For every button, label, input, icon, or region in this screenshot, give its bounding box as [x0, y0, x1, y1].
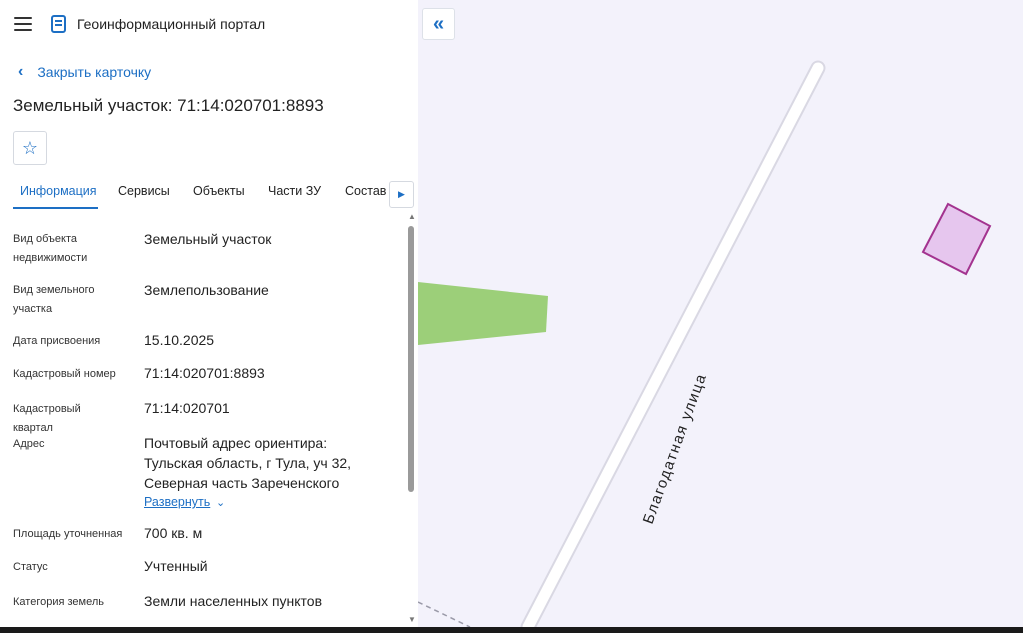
portal-logo-icon [51, 15, 66, 33]
double-chevron-left-icon: « [432, 13, 445, 35]
tab-services[interactable]: Сервисы [118, 184, 170, 198]
card-title: Земельный участок: 71:14:020701:8893 [13, 96, 324, 115]
active-tab-indicator [13, 207, 98, 209]
tab-objects[interactable]: Объекты [193, 184, 245, 198]
row-value-cadastral-quarter: 71:14:020701 [144, 400, 230, 416]
row-value-status: Учтенный [144, 558, 208, 574]
expand-address-link[interactable]: Развернуть [144, 495, 210, 509]
row-value-cadastral-number: 71:14:020701:8893 [144, 365, 265, 381]
row-value-address: Почтовый адрес ориентира: Тульская облас… [144, 435, 352, 491]
star-icon: ☆ [21, 137, 39, 158]
row-value-parcel-type: Землепользование [144, 282, 269, 298]
row-label-object-type: Вид объекта недвижимости [13, 233, 88, 264]
scrollbar[interactable]: ▲ ▼ [405, 212, 417, 627]
chevron-left-icon: ‹ [18, 63, 24, 80]
scroll-thumb[interactable] [408, 226, 414, 492]
row-label-land-category: Категория земель [13, 596, 104, 608]
tab-information[interactable]: Информация [20, 184, 97, 198]
bottom-bar [0, 627, 1023, 633]
tab-bar: Информация Сервисы Объекты Части ЗУ Сост… [0, 176, 418, 210]
green-area [418, 282, 548, 345]
street-road [522, 62, 824, 627]
row-value-area: 700 кв. м [144, 525, 203, 541]
hamburger-icon[interactable] [14, 17, 32, 31]
caret-right-icon: ▶ [398, 189, 405, 199]
tab-composition[interactable]: Состав [345, 184, 386, 198]
chevron-down-icon[interactable]: ⌄ [216, 496, 225, 509]
row-value-land-category: Земли населенных пунктов [144, 593, 323, 609]
top-bar: Геоинформационный портал [0, 0, 418, 48]
map-canvas [418, 60, 992, 627]
map-view[interactable]: Благодатная улица « [418, 0, 1023, 627]
collapse-panel-button[interactable]: « [422, 8, 455, 40]
boundary-line [418, 601, 471, 627]
row-label-assign-date: Дата присвоения [13, 335, 101, 347]
scroll-down-icon[interactable]: ▼ [408, 615, 416, 624]
row-label-cadastral-number: Кадастровый номер [13, 368, 116, 380]
row-label-area: Площадь уточненная [13, 528, 123, 540]
row-value-object-type: Земельный участок [144, 231, 272, 247]
close-card-label: Закрыть карточку [37, 64, 152, 80]
row-label-address: Адрес [13, 438, 45, 450]
row-label-status: Статус [13, 561, 48, 573]
info-panel: Геоинформационный портал ‹ Закрыть карто… [0, 0, 418, 627]
row-value-assign-date: 15.10.2025 [144, 332, 215, 348]
scroll-up-icon[interactable]: ▲ [408, 212, 416, 221]
tab-scroll-button[interactable]: ▶ [389, 181, 414, 208]
parcel-shape[interactable] [921, 202, 992, 276]
row-label-parcel-type: Вид земельного участка [13, 284, 95, 315]
favorite-button[interactable]: ☆ [13, 131, 47, 165]
tab-parts[interactable]: Части ЗУ [268, 184, 321, 198]
info-list: Вид объекта недвижимости Земельный участ… [0, 216, 404, 627]
app-title: Геоинформационный портал [77, 16, 266, 32]
close-card-link[interactable]: ‹ Закрыть карточку [18, 63, 151, 81]
row-label-cadastral-quarter: Кадастровый квартал [13, 403, 81, 434]
